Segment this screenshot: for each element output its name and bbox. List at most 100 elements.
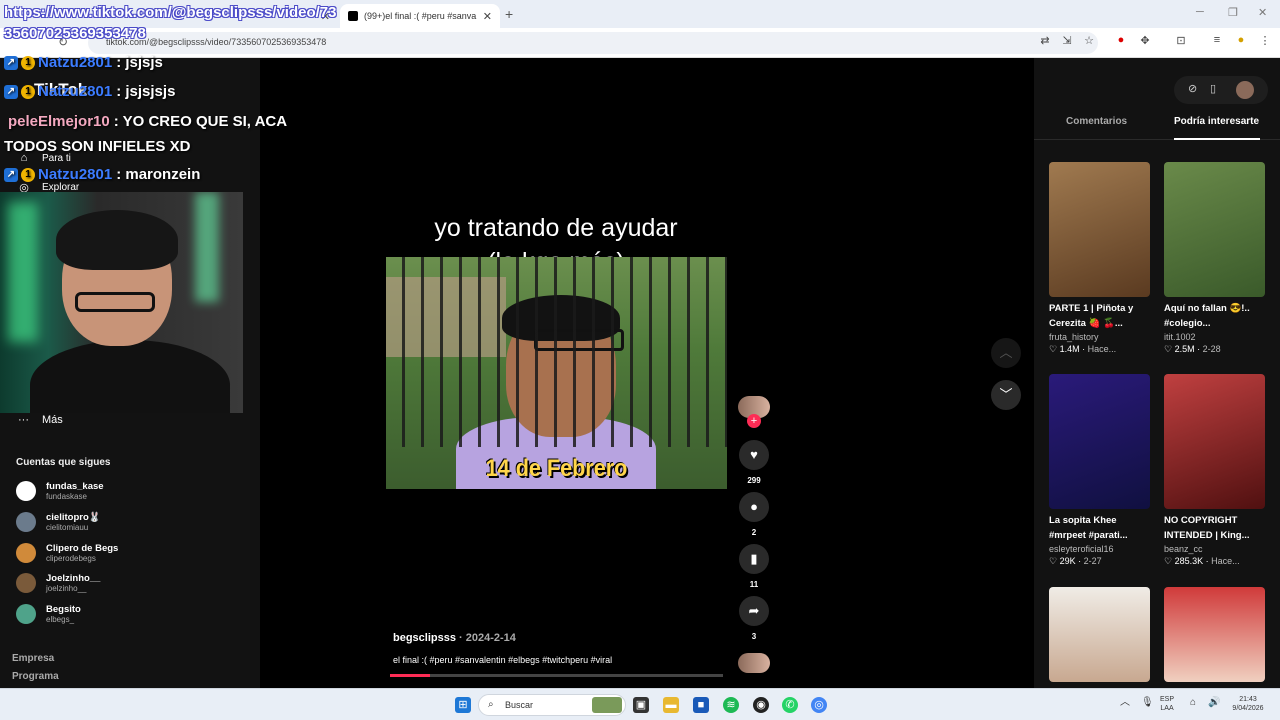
caption-line: yo tratando de ayudar: [434, 214, 678, 242]
recommended-video-card[interactable]: La sopita Khee #mrpeet #parati... esleyt…: [1049, 374, 1150, 567]
chevron-up-icon: ︿: [999, 345, 1013, 360]
recommended-video-card[interactable]: Aquí no fallan 😎!.. #colegio... itit.100…: [1164, 162, 1265, 355]
card-meta: ♡ 2.5M · 2-28: [1164, 344, 1221, 354]
new-tab-icon[interactable]: +: [505, 6, 513, 22]
device-icon[interactable]: ▯: [1210, 82, 1216, 95]
video-author-line: begsclipsss · 2024-2-14: [393, 632, 516, 644]
video-player[interactable]: 14 de Febrero: [386, 257, 727, 489]
maximize-icon[interactable]: ❐: [1228, 6, 1238, 19]
whatsapp-icon[interactable]: ✆: [782, 697, 798, 713]
account-name: cielitopro🐰: [46, 512, 101, 523]
account-name: Begsito: [46, 604, 81, 615]
video-thumbnail: [1049, 162, 1150, 297]
footer-link-empresa[interactable]: Empresa: [12, 653, 54, 664]
install-icon[interactable]: ⇲: [1060, 34, 1074, 48]
avatar: [16, 543, 36, 563]
chrome-icon[interactable]: ◎: [811, 697, 827, 713]
chat-username: Natzu2801: [38, 54, 113, 71]
language-code: ESP: [1160, 696, 1175, 703]
chevron-down-icon: ﹀: [999, 387, 1013, 402]
recommended-video-card[interactable]: NO COPYRIGHT INTENDED | King... beanz_cc…: [1164, 374, 1265, 567]
panel-tabs: Comentarios Podría interesarte: [1034, 114, 1280, 140]
avatar: [16, 604, 36, 624]
account-handle: cliperodebegs: [46, 554, 96, 563]
followed-account[interactable]: cielitopro🐰 cielitomiauu: [16, 510, 101, 534]
browser-tab-active[interactable]: (99+)el final :( #peru #sanva ✕: [340, 4, 500, 28]
clock[interactable]: 21:43 9/04/2026: [1222, 695, 1274, 713]
store-icon[interactable]: ■: [693, 697, 709, 713]
spotify-icon[interactable]: ≋: [723, 697, 739, 713]
previous-video-button[interactable]: ︿: [991, 338, 1021, 368]
minimize-icon[interactable]: ─: [1196, 6, 1204, 18]
task-view-icon[interactable]: ▣: [633, 697, 649, 713]
tiktok-page: TikTok ⌂ Para ti ◎ Explorar ··· Más Cuen…: [0, 54, 1280, 688]
explore-icon[interactable]: ⊘: [1188, 82, 1197, 95]
followed-account[interactable]: Clipero de Begs cliperodebegs: [16, 541, 118, 565]
webcam-glasses: [75, 292, 155, 312]
profile-avatar[interactable]: ●: [1234, 34, 1248, 48]
media-icon[interactable]: ≡: [1210, 34, 1224, 48]
recommended-video-card[interactable]: [1049, 587, 1150, 682]
volume-icon[interactable]: 🔊: [1208, 698, 1220, 708]
video-progress-bar[interactable]: [390, 674, 723, 677]
card-title: NO COPYRIGHT INTENDED | King...: [1164, 515, 1250, 541]
comment-button[interactable]: ●: [739, 492, 769, 522]
author-name[interactable]: begsclipsss: [393, 632, 456, 644]
prime-badge-icon: ↗: [4, 167, 18, 182]
comment-count: 2: [751, 528, 757, 537]
more-dots-icon: ···: [18, 414, 29, 426]
network-icon[interactable]: ⌂: [1190, 698, 1196, 708]
active-tab-indicator: [1174, 138, 1260, 140]
chat-message: ↗ 1 Natzu2801 : jsjsjsjs: [4, 83, 175, 100]
screenshot-icon[interactable]: ⊡: [1174, 34, 1188, 48]
recommended-video-card[interactable]: [1164, 587, 1265, 682]
obs-icon[interactable]: ◉: [753, 697, 769, 713]
avatar: [16, 512, 36, 532]
chat-username: peleElmejor10: [8, 113, 110, 130]
tab-podria-interesarte[interactable]: Podría interesarte: [1174, 116, 1259, 127]
translate-icon[interactable]: ⇄: [1038, 34, 1052, 48]
webcam-hair: [56, 210, 178, 270]
file-explorer-icon[interactable]: ▬: [663, 697, 679, 713]
save-button[interactable]: ▮: [739, 544, 769, 574]
language-indicator[interactable]: ESP LAA: [1160, 695, 1174, 713]
card-meta: ♡ 285.3K · Hace...: [1164, 556, 1240, 566]
tab-comentarios[interactable]: Comentarios: [1066, 116, 1127, 127]
menu-icon[interactable]: ⋮: [1258, 34, 1272, 48]
widget-icon[interactable]: [592, 697, 622, 713]
share-icon: ➦: [748, 603, 760, 618]
heart-icon: ♡: [1049, 556, 1058, 566]
share-button[interactable]: ➦: [739, 596, 769, 626]
chat-text: TODOS SON INFIELES XD: [4, 138, 191, 155]
footer-link-programa[interactable]: Programa: [12, 671, 59, 682]
profile-avatar[interactable]: [1236, 81, 1254, 99]
next-video-button[interactable]: ﹀: [991, 380, 1021, 410]
extensions-icon[interactable]: ✥: [1138, 34, 1152, 48]
close-window-icon[interactable]: ✕: [1258, 6, 1267, 19]
opera-icon[interactable]: ●: [1114, 34, 1128, 48]
sub-badge-icon: 1: [21, 84, 35, 99]
chevron-up-icon[interactable]: ︿: [1120, 698, 1130, 708]
sidebar-item-mas[interactable]: ··· Más: [18, 414, 63, 426]
view-count: 2.5M: [1174, 344, 1195, 354]
close-icon[interactable]: ✕: [483, 10, 492, 23]
view-count: 285.3K: [1174, 556, 1204, 566]
followed-account[interactable]: Begsito elbegs_: [16, 602, 81, 626]
like-button[interactable]: ♥: [739, 440, 769, 470]
windows-start-icon[interactable]: ⊞: [455, 697, 471, 713]
bookmark-star-icon[interactable]: ☆: [1082, 34, 1096, 48]
follow-plus-icon[interactable]: +: [747, 414, 761, 428]
account-handle: cielitomiauu: [46, 523, 89, 532]
recommended-video-card[interactable]: PARTE 1 | Piñota y Cerezita 🍓 🍒... fruta…: [1049, 162, 1150, 355]
card-title: PARTE 1 | Piñota y Cerezita 🍓 🍒...: [1049, 303, 1134, 329]
video-thumbnail: [1049, 374, 1150, 509]
microphone-icon[interactable]: 🎙: [1141, 698, 1154, 708]
save-count: 11: [749, 580, 759, 589]
card-author: beanz_cc: [1164, 544, 1203, 554]
music-disc-avatar[interactable]: [738, 653, 770, 673]
video-date-overlay: 14 de Febrero: [485, 455, 628, 482]
followed-account[interactable]: Joelzinho__ joelzinho__: [16, 571, 100, 595]
video-thumbnail: [1049, 587, 1150, 682]
view-count: 29K: [1059, 556, 1076, 566]
followed-account[interactable]: fundas_kase fundaskase: [16, 479, 104, 503]
